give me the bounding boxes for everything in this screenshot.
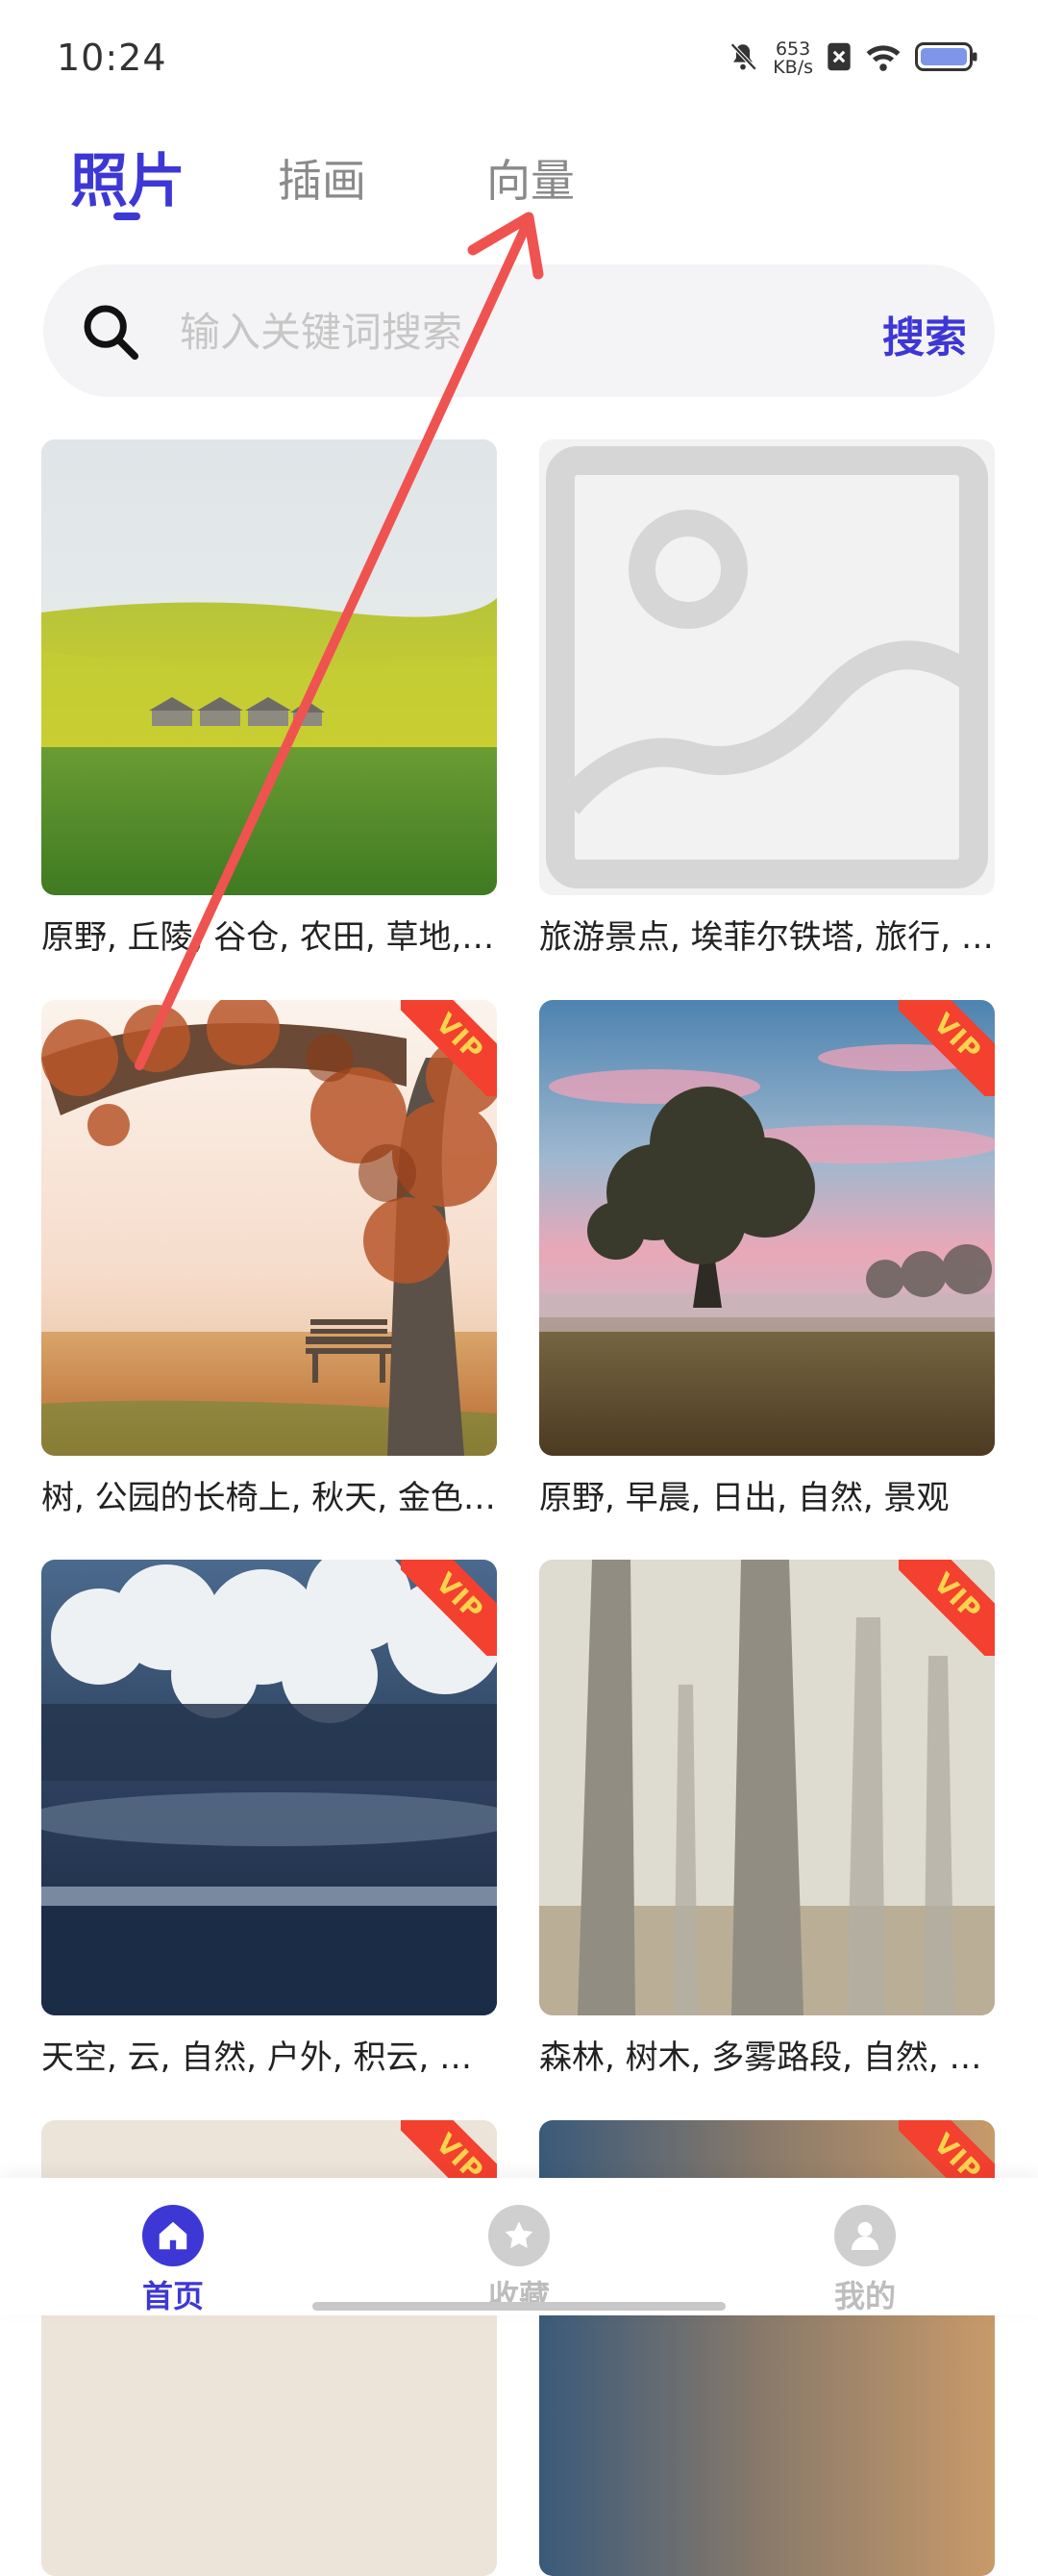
network-speed: 653 KB/s <box>773 40 813 77</box>
vip-badge: VIP <box>899 1000 995 1096</box>
vip-badge-label: VIP <box>401 1000 497 1096</box>
image-card[interactable]: 原野, 丘陵, 谷仓, 农田, 草地, 风景 <box>41 439 497 957</box>
image-thumbnail[interactable] <box>539 439 995 895</box>
image-caption: 原野, 丘陵, 谷仓, 农田, 草地, 风景 <box>41 918 497 957</box>
status-bar: 10:24 653 KB/s <box>0 0 1038 120</box>
image-thumbnail[interactable]: VIP <box>41 1000 497 1456</box>
nav-profile-label: 我的 <box>833 2278 896 2314</box>
user-icon <box>834 2205 896 2266</box>
image-caption: 原野, 早晨, 日出, 自然, 景观 <box>539 1479 950 1517</box>
search-input[interactable] <box>178 297 556 366</box>
image-thumbnail[interactable] <box>41 439 497 895</box>
vip-badge-label: VIP <box>401 1560 497 1656</box>
tab-photos[interactable]: 照片 <box>70 135 185 218</box>
sim-disabled-icon <box>827 41 852 76</box>
image-caption: 森林, 树木, 多雾路段, 自然, 风景 <box>539 2038 995 2077</box>
vip-badge-label: VIP <box>899 1000 995 1096</box>
category-tabs: 照片 插画 向量 <box>0 135 1038 240</box>
vip-badge: VIP <box>401 1560 497 1656</box>
active-tab-indicator <box>113 213 140 220</box>
search-icon[interactable] <box>80 301 141 363</box>
nav-favorites[interactable]: 收藏 <box>452 2205 586 2316</box>
nav-home[interactable]: 首页 <box>106 2205 240 2316</box>
star-icon <box>488 2205 550 2266</box>
status-icons: 653 KB/s <box>727 37 978 81</box>
meadow-photo <box>41 439 497 895</box>
image-thumbnail[interactable]: VIP <box>539 1000 995 1456</box>
vip-badge: VIP <box>899 1560 995 1656</box>
tab-illustrations[interactable]: 插画 <box>278 146 366 210</box>
image-thumbnail[interactable]: VIP <box>539 1560 995 2015</box>
vip-badge: VIP <box>401 1000 497 1096</box>
status-time: 10:24 <box>57 37 167 79</box>
image-card[interactable]: VIP 树, 公园的长椅上, 秋天, 金色, 落叶 <box>41 1000 497 1517</box>
vip-badge-label: VIP <box>899 1560 995 1656</box>
network-speed-unit: KB/s <box>773 57 813 78</box>
image-caption: 旅游景点, 埃菲尔铁塔, 旅行, 法国 <box>539 918 995 957</box>
image-thumbnail[interactable]: VIP <box>41 1560 497 2015</box>
home-icon <box>142 2205 204 2266</box>
bottom-navigation: 首页 收藏 我的 <box>0 2178 1038 2315</box>
nav-home-label: 首页 <box>141 2278 204 2314</box>
nav-profile[interactable]: 我的 <box>798 2205 932 2316</box>
image-placeholder-icon <box>546 446 988 888</box>
image-card[interactable]: 旅游景点, 埃菲尔铁塔, 旅行, 法国 <box>539 439 995 957</box>
search-button[interactable]: 搜索 <box>882 303 967 364</box>
image-card[interactable]: VIP 森林, 树木, 多雾路段, 自然, 风景 <box>539 1560 995 2077</box>
home-indicator[interactable] <box>312 2302 726 2311</box>
image-caption: 树, 公园的长椅上, 秋天, 金色, 落叶 <box>41 1479 497 1517</box>
tab-vectors[interactable]: 向量 <box>486 146 575 210</box>
image-card[interactable]: VIP 天空, 云, 自然, 户外, 积云, 风景 <box>41 1560 497 2077</box>
image-card[interactable]: VIP 原野, 早晨, 日出, 自然, 景观 <box>539 1000 995 1517</box>
battery-icon <box>915 40 978 77</box>
image-caption: 天空, 云, 自然, 户外, 积云, 风景 <box>41 2038 497 2077</box>
mute-bell-icon <box>727 40 759 77</box>
search-bar: 搜索 <box>43 264 995 397</box>
wifi-icon <box>865 41 902 76</box>
